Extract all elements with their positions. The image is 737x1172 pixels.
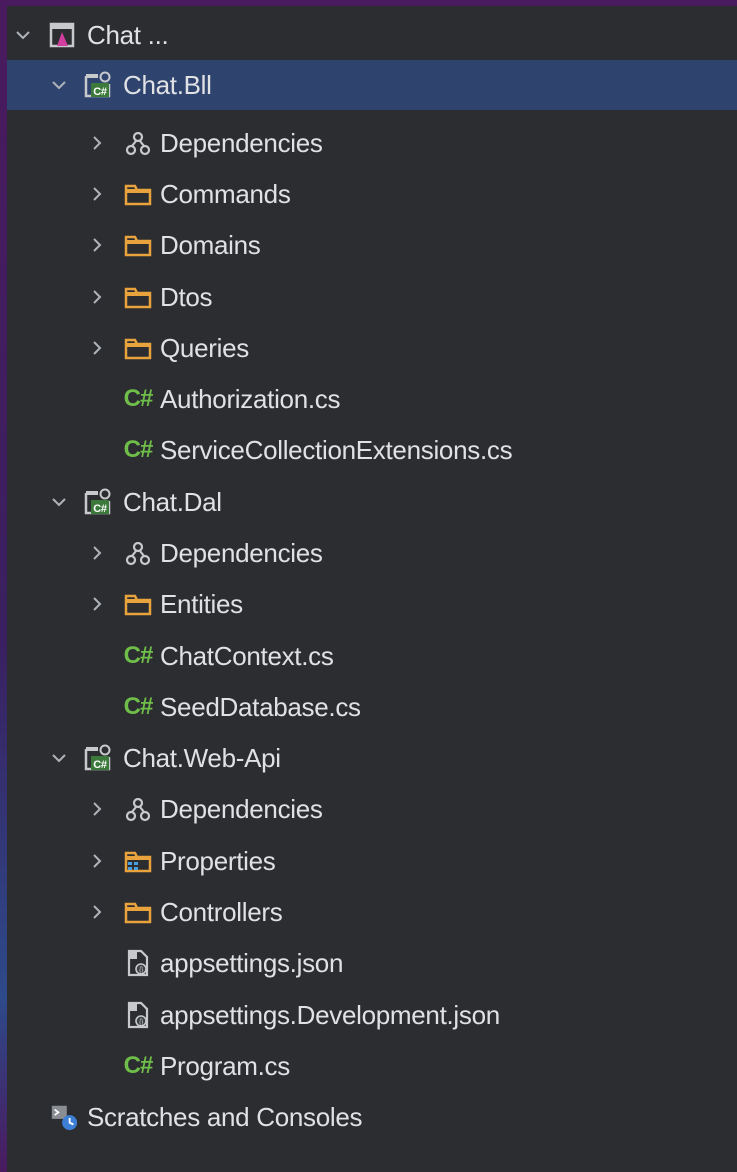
tree-node-label: Dtos — [160, 281, 213, 312]
tree-node-project-bll[interactable]: C# Chat.Bll — [7, 60, 737, 110]
tree-node-folder-commands[interactable]: Commands — [7, 169, 737, 219]
chevron-right-icon[interactable] — [87, 543, 107, 563]
tree-node-folder-controllers[interactable]: Controllers — [7, 887, 737, 937]
folder-icon — [123, 897, 153, 927]
tree-node-file-seed-database[interactable]: C# SeedDatabase.cs — [7, 682, 737, 732]
properties-folder-icon — [123, 846, 153, 876]
tree-node-label: ServiceCollectionExtensions.cs — [160, 434, 513, 465]
tree-node-file-authorization[interactable]: C# Authorization.cs — [7, 374, 737, 424]
tree-node-label: ChatContext.cs — [160, 640, 334, 671]
scratches-icon — [49, 1102, 79, 1132]
tree-node-label: Program.cs — [160, 1050, 290, 1081]
csharp-project-icon: C# — [83, 70, 113, 100]
tree-node-label: Chat ... — [87, 19, 169, 50]
svg-text:C#: C# — [93, 86, 107, 98]
tree-node-project-dal[interactable]: C# Chat.Dal — [7, 477, 737, 527]
dependencies-icon — [123, 128, 153, 158]
chevron-right-icon[interactable] — [87, 184, 107, 204]
svg-text:C#: C# — [93, 759, 107, 771]
tree-node-label: Dependencies — [160, 793, 323, 824]
tree-node-label: Domains — [160, 229, 261, 260]
chevron-down-icon[interactable] — [49, 492, 69, 512]
tree-node-folder-domains[interactable]: Domains — [7, 220, 737, 270]
tree-node-folder-queries[interactable]: Queries — [7, 323, 737, 373]
chevron-down-icon[interactable] — [49, 75, 69, 95]
tree-node-scratches-and-consoles[interactable]: Scratches and Consoles — [7, 1092, 737, 1142]
json-file-icon: {} — [123, 1000, 153, 1030]
csharp-project-icon: C# — [83, 487, 113, 517]
chevron-right-icon[interactable] — [87, 133, 107, 153]
csharp-file-icon: C# — [123, 642, 154, 669]
tree-node-label: Chat.Web-Api — [123, 742, 281, 773]
tree-node-label: appsettings.Development.json — [160, 999, 500, 1030]
tree-node-label: Commands — [160, 178, 291, 209]
tree-node-project-web-api[interactable]: C# Chat.Web-Api — [7, 733, 737, 783]
csharp-file-icon: C# — [123, 693, 154, 720]
tree-node-label: Chat.Dal — [123, 486, 222, 517]
svg-text:C#: C# — [93, 503, 107, 515]
csharp-file-icon: C# — [123, 436, 154, 463]
json-file-icon: {} — [123, 948, 153, 978]
tree-node-dependencies[interactable]: Dependencies — [7, 118, 737, 168]
tree-node-label: Authorization.cs — [160, 383, 341, 414]
tree-node-label: appsettings.json — [160, 947, 344, 978]
dependencies-icon — [123, 538, 153, 568]
tree-node-label: Properties — [160, 845, 276, 876]
tree-node-file-appsettings-development[interactable]: {} appsettings.Development.json — [7, 990, 737, 1040]
tree-node-label: Controllers — [160, 896, 283, 927]
tree-node-solution[interactable]: Chat ... — [7, 10, 737, 60]
chevron-right-icon[interactable] — [87, 799, 107, 819]
window-edge — [0, 0, 7, 1172]
chevron-right-icon[interactable] — [87, 235, 107, 255]
chevron-right-icon[interactable] — [87, 851, 107, 871]
folder-icon — [123, 282, 153, 312]
folder-icon — [123, 230, 153, 260]
tree-node-folder-entities[interactable]: Entities — [7, 579, 737, 629]
chevron-right-icon[interactable] — [87, 594, 107, 614]
chevron-down-icon[interactable] — [13, 25, 33, 45]
chevron-right-icon[interactable] — [87, 338, 107, 358]
tree-node-file-program[interactable]: C# Program.cs — [7, 1041, 737, 1091]
tree-node-file-appsettings[interactable]: {} appsettings.json — [7, 938, 737, 988]
tree-node-label: Queries — [160, 332, 249, 363]
csharp-file-icon: C# — [123, 385, 154, 412]
tree-node-label: SeedDatabase.cs — [160, 691, 361, 722]
chevron-right-icon[interactable] — [87, 287, 107, 307]
folder-icon — [123, 333, 153, 363]
tree-node-dependencies[interactable]: Dependencies — [7, 784, 737, 834]
chevron-down-icon[interactable] — [49, 748, 69, 768]
tree-node-label: Entities — [160, 588, 243, 619]
tree-node-file-chat-context[interactable]: C# ChatContext.cs — [7, 631, 737, 681]
tree-node-folder-properties[interactable]: Properties — [7, 836, 737, 886]
dependencies-icon — [123, 794, 153, 824]
csharp-project-icon: C# — [83, 743, 113, 773]
project-tool-window: Chat ... C# Chat.Bll Dependencies Comman… — [7, 6, 737, 1172]
tree-node-dependencies[interactable]: Dependencies — [7, 528, 737, 578]
csharp-file-icon: C# — [123, 1052, 154, 1079]
tree-node-label: Scratches and Consoles — [87, 1101, 363, 1132]
folder-icon — [123, 589, 153, 619]
tree-node-label: Dependencies — [160, 537, 323, 568]
tree-node-label: Chat.Bll — [123, 69, 212, 100]
chevron-right-icon[interactable] — [87, 902, 107, 922]
tree-node-folder-dtos[interactable]: Dtos — [7, 272, 737, 322]
tree-node-file-service-collection-extensions[interactable]: C# ServiceCollectionExtensions.cs — [7, 425, 737, 475]
tree-node-label: Dependencies — [160, 127, 323, 158]
folder-icon — [123, 179, 153, 209]
solution-icon — [47, 20, 77, 50]
